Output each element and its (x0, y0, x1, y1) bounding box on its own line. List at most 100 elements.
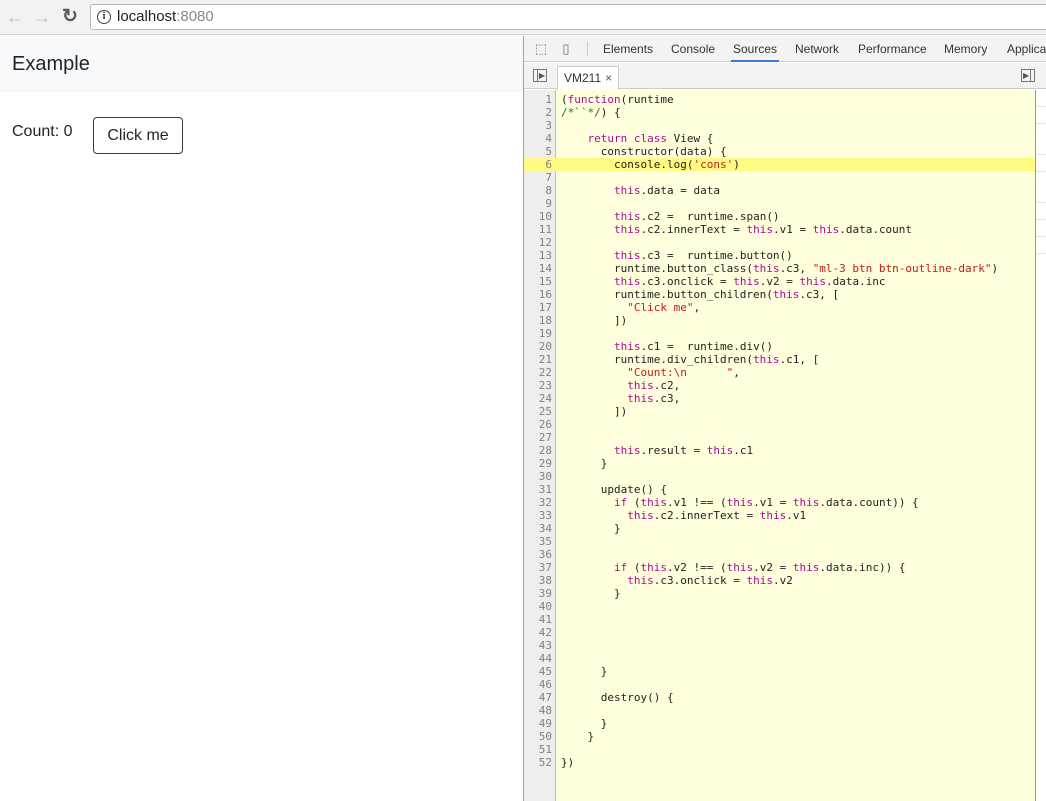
line-number[interactable]: 8 (524, 184, 552, 197)
code-line[interactable]: 21 runtime.div_children(this.c1, [ (524, 353, 1035, 366)
code-editor[interactable]: 1 (function(runtime 2 /*``*/) {3 4 return cl… (524, 90, 1035, 801)
address-bar[interactable]: i localhost:8080 (90, 4, 1046, 30)
code-line[interactable]: 19 (524, 327, 1035, 340)
line-number[interactable]: 25 (524, 405, 552, 418)
file-tab-vm211[interactable]: VM211 × (557, 66, 620, 90)
url-text[interactable]: localhost:8080 (117, 8, 214, 25)
debugger-sidebar[interactable] (1035, 90, 1046, 801)
toggle-navigator-icon[interactable]: ▶ (533, 69, 547, 82)
code-line[interactable]: 11 this.c2.innerText = this.v1 = this.da… (524, 223, 1035, 236)
code-line[interactable]: 6 console.log('cons') (524, 158, 1035, 171)
line-number[interactable]: 35 (524, 535, 552, 548)
line-number[interactable]: 52 (524, 756, 552, 769)
line-number[interactable]: 49 (524, 717, 552, 730)
line-number[interactable]: 10 (524, 210, 552, 223)
line-number[interactable]: 42 (524, 626, 552, 639)
line-number[interactable]: 14 (524, 262, 552, 275)
code-line[interactable]: 31 update() { (524, 483, 1035, 496)
line-number[interactable]: 28 (524, 444, 552, 457)
line-number[interactable]: 1 (524, 93, 552, 106)
line-number[interactable]: 3 (524, 119, 552, 132)
line-number[interactable]: 16 (524, 288, 552, 301)
code-line[interactable]: 52}) (524, 756, 1035, 769)
line-number[interactable]: 21 (524, 353, 552, 366)
line-number[interactable]: 20 (524, 340, 552, 353)
line-number[interactable]: 2 (524, 106, 552, 119)
tab-performance[interactable]: Performance (856, 36, 929, 62)
navbar-brand[interactable]: Example (12, 53, 90, 76)
line-number[interactable]: 40 (524, 600, 552, 613)
tab-network[interactable]: Network (793, 36, 841, 62)
code-line[interactable]: 13 this.c3 = runtime.button() (524, 249, 1035, 262)
line-number[interactable]: 17 (524, 301, 552, 314)
code-line[interactable]: 2 /*``*/) { (524, 106, 1035, 119)
line-number[interactable]: 37 (524, 561, 552, 574)
code-line[interactable]: 5 constructor(data) { (524, 145, 1035, 158)
line-number[interactable]: 41 (524, 613, 552, 626)
code-line[interactable]: 8 this.data = data (524, 184, 1035, 197)
code-line[interactable]: 51 (524, 743, 1035, 756)
line-number[interactable]: 18 (524, 314, 552, 327)
line-number[interactable]: 46 (524, 678, 552, 691)
code-line[interactable]: 46 (524, 678, 1035, 691)
line-number[interactable]: 45 (524, 665, 552, 678)
code-line[interactable]: 18 ]) (524, 314, 1035, 327)
code-line[interactable]: 42 (524, 626, 1035, 639)
line-number[interactable]: 33 (524, 509, 552, 522)
line-number[interactable]: 26 (524, 418, 552, 431)
tab-sources[interactable]: Sources (731, 36, 780, 62)
line-number[interactable]: 31 (524, 483, 552, 496)
line-number[interactable]: 32 (524, 496, 552, 509)
code-line[interactable]: 44 (524, 652, 1035, 665)
code-line[interactable]: 22 "Count:\n ", (524, 366, 1035, 379)
line-number[interactable]: 5 (524, 145, 552, 158)
code-line[interactable]: 49 } (524, 717, 1035, 730)
device-toolbar-icon[interactable]: ▯ (558, 41, 574, 57)
code-line[interactable]: 7 (524, 171, 1035, 184)
line-number[interactable]: 24 (524, 392, 552, 405)
code-line[interactable]: 14 runtime.button_class(this.c3, "ml-3 b… (524, 262, 1035, 275)
close-tab-icon[interactable]: × (605, 71, 612, 85)
line-number[interactable]: 48 (524, 704, 552, 717)
tab-memory[interactable]: Memory (942, 36, 989, 62)
line-number[interactable]: 27 (524, 431, 552, 444)
code-line[interactable]: 29 } (524, 457, 1035, 470)
code-line[interactable]: 16 runtime.button_children(this.c3, [ (524, 288, 1035, 301)
reload-icon[interactable]: ↻ (60, 7, 80, 27)
code-line[interactable]: 45 } (524, 665, 1035, 678)
code-line[interactable]: 39 } (524, 587, 1035, 600)
code-line[interactable]: 4 return class View { (524, 132, 1035, 145)
code-line[interactable]: 34 } (524, 522, 1035, 535)
code-line[interactable]: 3 (524, 119, 1035, 132)
code-line[interactable]: 10 this.c2 = runtime.span() (524, 210, 1035, 223)
line-number[interactable]: 47 (524, 691, 552, 704)
code-line[interactable]: 48 (524, 704, 1035, 717)
line-number[interactable]: 13 (524, 249, 552, 262)
line-number[interactable]: 30 (524, 470, 552, 483)
inspect-element-icon[interactable]: ⬚ (533, 41, 549, 57)
code-line[interactable]: 26 (524, 418, 1035, 431)
code-line[interactable]: 40 (524, 600, 1035, 613)
line-number[interactable]: 44 (524, 652, 552, 665)
code-line[interactable]: 12 (524, 236, 1035, 249)
code-line[interactable]: 15 this.c3.onclick = this.v2 = this.data… (524, 275, 1035, 288)
code-line[interactable]: 35 (524, 535, 1035, 548)
code-line[interactable]: 20 this.c1 = runtime.div() (524, 340, 1035, 353)
line-number[interactable]: 12 (524, 236, 552, 249)
code-line[interactable]: 47 destroy() { (524, 691, 1035, 704)
line-number[interactable]: 29 (524, 457, 552, 470)
line-number[interactable]: 23 (524, 379, 552, 392)
line-number[interactable]: 36 (524, 548, 552, 561)
code-line[interactable]: 50 } (524, 730, 1035, 743)
forward-arrow-icon[interactable]: → (32, 7, 52, 27)
toggle-debugger-icon[interactable]: ▶ (1021, 69, 1035, 82)
line-number[interactable]: 19 (524, 327, 552, 340)
code-line[interactable]: 33 this.c2.innerText = this.v1 (524, 509, 1035, 522)
code-line[interactable]: 23 this.c2, (524, 379, 1035, 392)
code-line[interactable]: 36 (524, 548, 1035, 561)
code-line[interactable]: 27 (524, 431, 1035, 444)
line-number[interactable]: 39 (524, 587, 552, 600)
line-number[interactable]: 34 (524, 522, 552, 535)
line-number[interactable]: 38 (524, 574, 552, 587)
code-line[interactable]: 28 this.result = this.c1 (524, 444, 1035, 457)
